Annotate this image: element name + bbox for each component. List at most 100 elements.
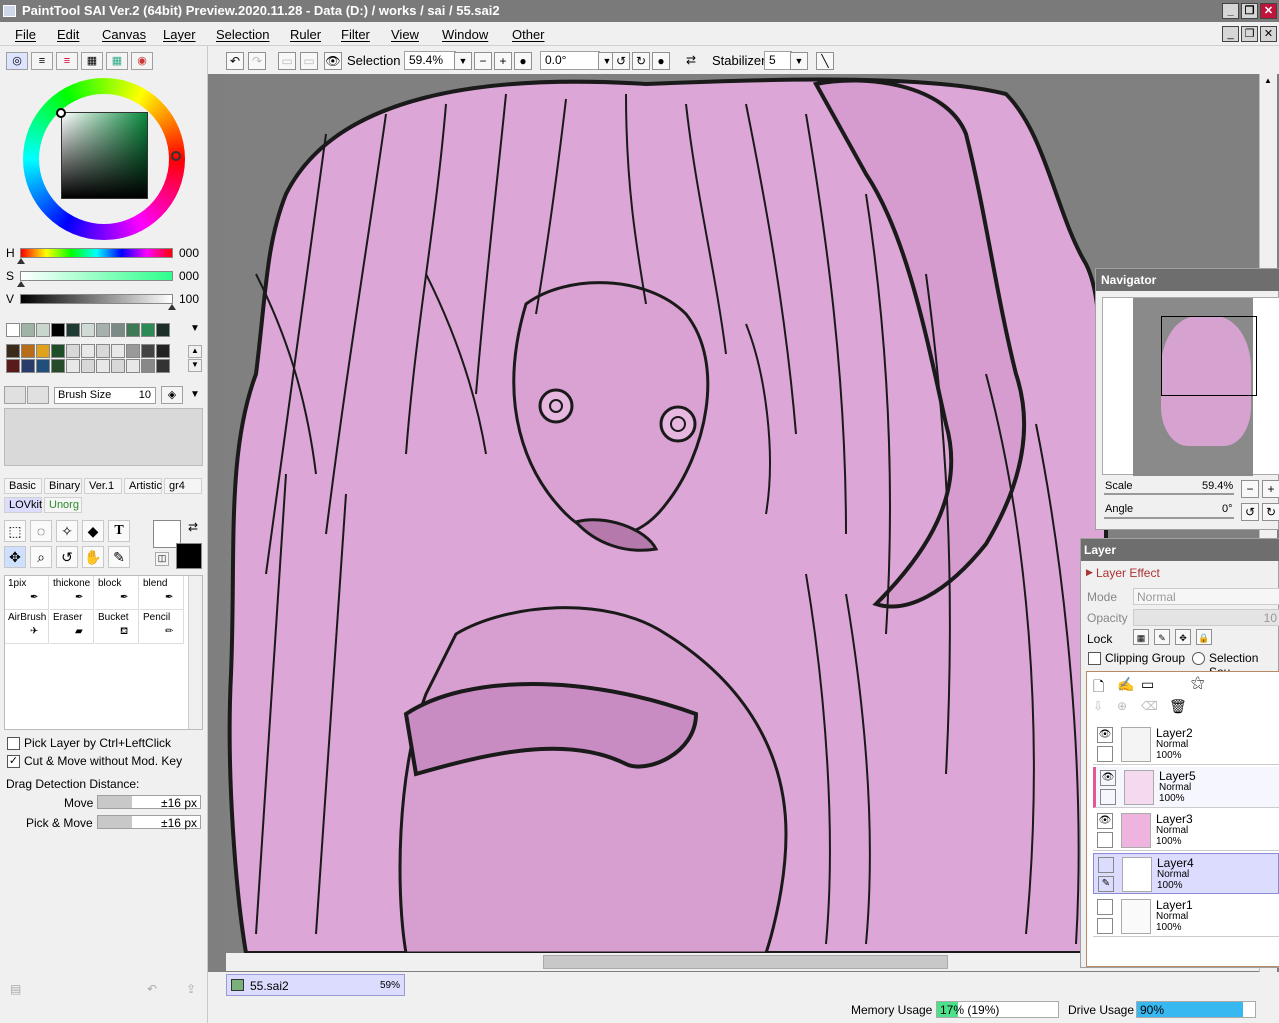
stabilizer-dropdown-icon[interactable]: ▼ (790, 52, 808, 70)
navigator-rotate-left-icon[interactable]: ↺ (1241, 503, 1259, 521)
visibility-eye-icon[interactable] (1097, 899, 1113, 915)
color-swatch[interactable] (81, 323, 95, 337)
color-swatch[interactable] (96, 344, 110, 358)
color-swatch[interactable] (111, 323, 125, 337)
color-swatch[interactable] (96, 359, 110, 373)
navigator-view-rect[interactable] (1161, 316, 1257, 396)
color-swatch[interactable] (6, 359, 20, 373)
edit-lock-box[interactable] (1097, 832, 1113, 848)
zoom-tool-icon[interactable]: ⌕ (30, 546, 52, 568)
tab-lovkit[interactable]: LOVkit (4, 497, 42, 513)
color-swatch[interactable] (36, 344, 50, 358)
color-swatch[interactable] (66, 323, 80, 337)
color-swatch[interactable] (6, 323, 20, 337)
color-swatch[interactable] (51, 359, 65, 373)
document-tab[interactable]: 55.sai2 59% (226, 974, 405, 996)
doc-restore-icon[interactable]: ❐ (1241, 26, 1258, 42)
color-swatch[interactable] (126, 344, 140, 358)
brush-bucket[interactable]: Bucket ⛾ (95, 610, 139, 644)
pick-layer-checkbox[interactable] (7, 737, 20, 750)
menu-file[interactable]: File (15, 27, 36, 42)
scratchpad-mode-button[interactable]: ▦ (106, 52, 128, 70)
zoom-dropdown-icon[interactable]: ▼ (454, 52, 472, 70)
zoom-in-icon[interactable]: + (494, 52, 512, 70)
stabilizer-field[interactable]: 5 (764, 51, 792, 70)
menu-selection[interactable]: Selection (216, 27, 269, 42)
undo-icon[interactable]: ↶ (226, 52, 244, 70)
color-swatch[interactable] (141, 323, 155, 337)
document-icon[interactable]: ▤ (10, 982, 21, 996)
tab-ver1[interactable]: Ver.1 (84, 478, 122, 494)
brush-size-dropdown-icon[interactable]: ▼ (190, 389, 200, 400)
color-swatch[interactable] (156, 344, 170, 358)
menu-layer[interactable]: Layer (163, 27, 196, 42)
layer-row-layer3[interactable]: 👁 Layer3 Normal 100% (1093, 810, 1279, 851)
opacity-slider[interactable]: 10 (1133, 609, 1279, 626)
color-swatch[interactable] (96, 323, 110, 337)
angle-field[interactable]: 0.0° (540, 51, 600, 70)
minimize-icon[interactable]: _ (1222, 3, 1239, 19)
eyedropper-icon[interactable]: ✎ (108, 546, 130, 568)
brush-eraser[interactable]: Eraser ▰ (50, 610, 94, 644)
lock-move-icon[interactable]: ✥ (1175, 629, 1191, 645)
layer-row-layer4[interactable]: ✎ Layer4 Normal 100% (1093, 853, 1279, 894)
lock-all-icon[interactable]: 🔒 (1196, 629, 1212, 645)
layer-row-layer1[interactable]: Layer1 Normal 100% (1093, 896, 1279, 937)
pick-move-distance-slider[interactable]: ±16 px (97, 815, 201, 830)
color-swatch[interactable] (111, 344, 125, 358)
rotate-tool-icon[interactable]: ↺ (56, 546, 78, 568)
brush-blend[interactable]: blend ✒ (140, 576, 184, 610)
color-swatch[interactable] (21, 323, 35, 337)
color-swatch[interactable] (51, 344, 65, 358)
blend-mode-select[interactable]: Normal (1133, 588, 1279, 605)
color-swatch[interactable] (51, 323, 65, 337)
restore-icon[interactable]: ❐ (1241, 3, 1258, 19)
shape-tool-icon[interactable]: ◆ (82, 520, 104, 542)
hue-slider[interactable] (20, 248, 173, 258)
edit-lock-box[interactable] (1100, 789, 1116, 805)
cut-move-checkbox[interactable]: ✓ (7, 755, 20, 768)
layer-effect-icon[interactable]: ⚝ (1191, 674, 1205, 691)
brush-block[interactable]: block ✒ (95, 576, 139, 610)
menu-edit[interactable]: Edit (57, 27, 79, 42)
menu-ruler[interactable]: Ruler (290, 27, 321, 42)
layer-row-layer2[interactable]: 👁 Layer2 Normal 100% (1093, 724, 1279, 765)
layer-row-layer5[interactable]: 👁 Layer5 Normal 100% (1093, 767, 1279, 808)
swatch-scroll-up[interactable]: ▲ (188, 345, 202, 358)
undo-history-icon[interactable]: ↶ (147, 982, 157, 996)
merge-layer-icon[interactable]: ⊕ (1117, 699, 1127, 713)
invert-selection-icon[interactable]: ▭ (300, 52, 318, 70)
selection-source-radio[interactable] (1192, 652, 1205, 665)
deselect-icon[interactable]: ▭ (278, 52, 296, 70)
brush-size-field[interactable]: Brush Size 10 (54, 387, 156, 404)
navigator-angle-slider[interactable] (1104, 517, 1234, 519)
brush-thickone[interactable]: thickone ✒ (50, 576, 94, 610)
rgb-slider-mode-button[interactable]: ≡ (31, 52, 53, 70)
layer-effect-label[interactable]: Layer Effect (1096, 566, 1160, 580)
rect-select-icon[interactable]: ⬚ (4, 520, 26, 542)
text-tool-icon[interactable]: T (108, 520, 130, 542)
swatch-mode-button[interactable]: ▦ (81, 52, 103, 70)
rotate-left-icon[interactable]: ↺ (612, 52, 630, 70)
hsv-slider-mode-button[interactable]: ≡ (56, 52, 78, 70)
lock-paint-icon[interactable]: ✎ (1154, 629, 1170, 645)
tab-basic[interactable]: Basic (4, 478, 42, 494)
doc-close-icon[interactable]: ✕ (1260, 26, 1277, 42)
scroll-up-icon[interactable]: ▲ (1264, 76, 1272, 85)
color-swatch[interactable] (81, 344, 95, 358)
move-tool-icon[interactable]: ✥ (4, 546, 26, 568)
tab-artistic[interactable]: Artistic (124, 478, 162, 494)
color-swatch[interactable] (141, 344, 155, 358)
menu-canvas[interactable]: Canvas (102, 27, 146, 42)
edit-lock-box[interactable] (1097, 746, 1113, 762)
tab-gr4[interactable]: gr4 (164, 478, 202, 494)
s-value[interactable]: 000 (179, 269, 199, 283)
navigator-preview[interactable] (1102, 297, 1279, 476)
saturation-value-square[interactable] (61, 112, 148, 199)
lock-transparency-icon[interactable]: ▦ (1133, 629, 1149, 645)
menu-filter[interactable]: Filter (341, 27, 370, 42)
color-swatch[interactable] (126, 323, 140, 337)
brush-preset-prev-button[interactable] (4, 386, 26, 404)
layer-effect-toggle-icon[interactable]: ▶ (1086, 567, 1093, 578)
magic-wand-icon[interactable]: ✧ (56, 520, 78, 542)
